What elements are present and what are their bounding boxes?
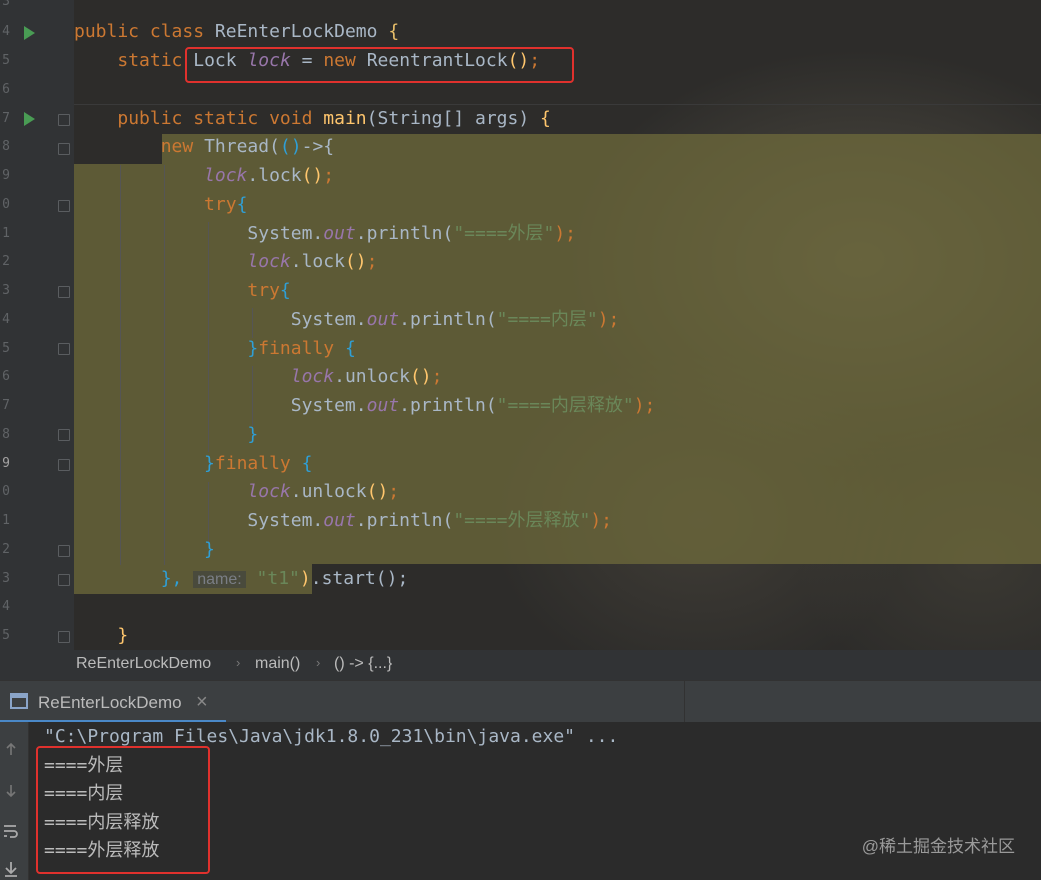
fold-marker-icon[interactable] [58,631,70,643]
fold-marker-icon[interactable] [58,459,70,471]
code-line: public class ReEnterLockDemo { [74,21,400,42]
console-side-toolbar [0,722,29,880]
close-tab-icon[interactable]: × [196,691,208,714]
line-number: 3 [2,571,10,586]
code-line: System.out.println("====外层"); [247,223,577,244]
fold-marker-icon[interactable] [58,286,70,298]
run-tab[interactable]: ReEnterLockDemo × [0,681,226,723]
code-line: try{ [247,280,291,301]
scroll-up-icon[interactable] [4,742,18,756]
breadcrumb: ReEnterLockDemo › main() › () -> {...} [0,650,1041,680]
line-number: 0 [2,197,10,212]
line-number: 9 [2,168,10,183]
fold-marker-icon[interactable] [58,343,70,355]
fold-marker-icon[interactable] [58,200,70,212]
code-line: System.out.println("====外层释放"); [247,510,613,531]
code-line: }finally { [247,338,356,359]
line-number: 6 [2,369,10,384]
line-number: 7 [2,111,10,126]
breadcrumb-separator: › [236,655,241,670]
code-editor[interactable]: 3 4 5 6 7 8 9 0 1 2 3 4 5 6 7 8 9 0 1 2 … [0,0,1041,650]
code-line: lock.lock(); [204,165,335,186]
breadcrumb-lambda[interactable]: () -> {...} [334,655,392,673]
line-number: 4 [2,312,10,327]
line-number: 4 [2,599,10,614]
code-line: } [247,424,259,445]
code-line: } [117,625,129,646]
console-icon [10,693,28,709]
line-number: 1 [2,513,10,528]
code-line: try{ [204,194,248,215]
code-line: lock.unlock(); [290,366,443,387]
code-line: lock.lock(); [247,251,378,272]
divider [684,681,685,723]
line-number: 4 [2,24,10,39]
line-number: 0 [2,484,10,499]
line-number: 8 [2,139,10,154]
fold-marker-icon[interactable] [58,545,70,557]
line-number: 2 [2,542,10,557]
breadcrumb-method[interactable]: main() [255,655,300,673]
watermark: @稀土掘金技术社区 [861,837,1015,856]
line-number: 3 [2,283,10,298]
line-number: 2 [2,254,10,269]
soft-wrap-icon[interactable] [2,822,20,840]
breadcrumb-class[interactable]: ReEnterLockDemo [76,655,211,673]
line-number: 8 [2,427,10,442]
highlight-box-lock-declaration [185,47,574,83]
line-number: 7 [2,398,10,413]
run-tab-label: ReEnterLockDemo [38,693,182,712]
highlight-box-console-output [36,746,210,874]
scroll-down-icon[interactable] [4,784,18,798]
code-line: new Thread(()->{ [160,136,335,157]
line-number: 9 [2,456,10,471]
scroll-to-end-icon[interactable] [2,860,20,878]
line-number: 5 [2,53,10,68]
code-line: public static void main(String[] args) { [117,108,551,129]
line-number: 1 [2,226,10,241]
line-number: 5 [2,341,10,356]
fold-marker-icon[interactable] [58,429,70,441]
parameter-hint: name: [193,571,246,588]
line-number: 6 [2,82,10,97]
code-line: }, name: "t1").start(); [160,568,409,589]
run-class-icon[interactable] [24,26,35,40]
editor-gutter: 3 4 5 6 7 8 9 0 1 2 3 4 5 6 7 8 9 0 1 2 … [0,0,74,650]
fold-marker-icon[interactable] [58,143,70,155]
breadcrumb-separator: › [316,655,321,670]
run-tool-window-header: ReEnterLockDemo × [0,680,1041,723]
code-line: lock.unlock(); [247,481,400,502]
code-line: System.out.println("====内层释放"); [290,395,656,416]
line-number: 5 [2,628,10,643]
code-line: System.out.println("====内层"); [290,309,620,330]
fold-marker-icon[interactable] [58,574,70,586]
run-main-icon[interactable] [24,112,35,126]
code-line: } [204,539,215,560]
fold-marker-icon[interactable] [58,114,70,126]
code-line: }finally { [204,453,313,474]
line-number: 3 [2,0,10,9]
